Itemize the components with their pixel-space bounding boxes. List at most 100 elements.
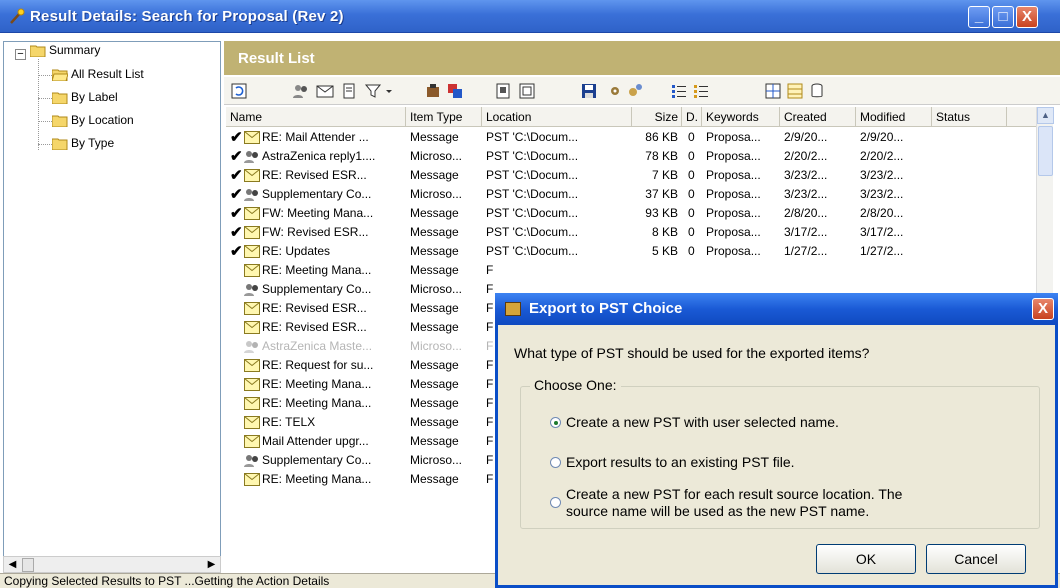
table-row[interactable]: ✔ RE: Mail Attender ... Message PST 'C:\Doc… xyxy=(226,128,1036,147)
refresh-icon[interactable] xyxy=(230,82,248,100)
row-checkmark[interactable]: ✔ xyxy=(230,128,242,147)
detail-view-icon[interactable] xyxy=(692,82,710,100)
dialog-close-button[interactable]: X xyxy=(1032,298,1054,320)
layout-icon[interactable] xyxy=(518,82,536,100)
window-title: Result Details: Search for Proposal (Rev… xyxy=(30,8,344,25)
tree-item-by-location[interactable]: By Location xyxy=(52,112,134,129)
mail-icon[interactable] xyxy=(316,82,334,100)
cell-type: Message xyxy=(410,244,459,258)
cell-name: FW: Revised ESR... xyxy=(262,225,369,239)
minimize-button[interactable]: _ xyxy=(968,6,990,28)
cell-created: 2/8/20... xyxy=(784,206,828,220)
radio-existing-pst[interactable]: Export results to an existing PST file. xyxy=(550,454,795,470)
export-icon[interactable] xyxy=(424,82,442,100)
copy-icon[interactable] xyxy=(446,82,464,100)
column-header-name[interactable]: Name xyxy=(226,107,406,127)
attachment-people-icon xyxy=(244,455,258,467)
search-magic-wand-icon xyxy=(10,8,25,24)
cell-d: 0 xyxy=(688,187,695,201)
cell-keywords: Proposa... xyxy=(706,225,761,239)
cell-type: Message xyxy=(410,225,459,239)
filter-icon[interactable] xyxy=(364,82,382,100)
table-row[interactable]: RE: Meeting Mana... Message F xyxy=(226,261,1036,280)
column-header-location[interactable]: Location xyxy=(482,107,632,127)
people-icon[interactable] xyxy=(292,82,310,100)
cell-modified: 2/9/20... xyxy=(860,130,904,144)
table-row[interactable]: ✔ RE: Updates Message PST 'C:\Docum... 5 KB 0… xyxy=(226,242,1036,261)
table-icon[interactable] xyxy=(786,82,804,100)
dialog-titlebar: Export to PST Choice X xyxy=(495,293,1058,325)
row-checkmark[interactable]: ✔ xyxy=(230,204,242,223)
cell-type: Message xyxy=(410,206,459,220)
tree-item-all-result-list[interactable]: All Result List xyxy=(52,66,144,83)
column-header-item-type[interactable]: Item Type xyxy=(406,107,482,127)
row-checkmark[interactable]: ✔ xyxy=(230,223,242,242)
maximize-button[interactable]: □ xyxy=(992,6,1014,28)
cell-created: 3/23/2... xyxy=(784,168,828,182)
settings-icon[interactable] xyxy=(606,82,624,100)
scroll-right-arrow-icon[interactable]: ▶ xyxy=(204,558,219,573)
radio-selected-icon xyxy=(550,417,561,428)
scroll-thumb[interactable] xyxy=(22,558,34,572)
envelope-icon xyxy=(244,169,260,182)
radio-unselected-icon xyxy=(550,497,561,508)
cell-d: 0 xyxy=(688,130,695,144)
list-view-icon[interactable] xyxy=(670,82,688,100)
cell-name: RE: Mail Attender ... xyxy=(262,130,369,144)
cell-d: 0 xyxy=(688,244,695,258)
attachment-people-icon xyxy=(244,284,258,296)
cancel-button[interactable]: Cancel xyxy=(926,544,1026,574)
grid-icon[interactable] xyxy=(764,82,782,100)
tree-horizontal-scrollbar[interactable]: ◀ ▶ xyxy=(3,556,221,573)
ok-button[interactable]: OK xyxy=(816,544,916,574)
save-icon[interactable] xyxy=(580,82,598,100)
envelope-icon xyxy=(244,302,260,315)
cell-location: PST 'C:\Docum... xyxy=(486,168,579,182)
cell-type: Microso... xyxy=(410,149,463,163)
panel-title: Result List xyxy=(224,41,1060,75)
column-header-modified[interactable]: Modified xyxy=(856,107,932,127)
column-header-size[interactable]: Size xyxy=(632,107,682,127)
table-row[interactable]: ✔ FW: Revised ESR... Message PST 'C:\Docum.… xyxy=(226,223,1036,242)
attachment-people-icon xyxy=(244,189,258,201)
row-checkmark[interactable]: ✔ xyxy=(230,147,242,166)
document-icon[interactable] xyxy=(340,82,358,100)
scroll-up-arrow-icon[interactable]: ▲ xyxy=(1037,107,1054,124)
scroll-left-arrow-icon[interactable]: ◀ xyxy=(5,558,20,573)
tree-item-summary[interactable]: Summary xyxy=(30,42,100,59)
cell-name: RE: Updates xyxy=(262,244,331,258)
cell-name: RE: TELX xyxy=(262,415,316,429)
navigation-tree[interactable]: − Summary All Result List By Label By Lo… xyxy=(3,41,221,565)
envelope-icon xyxy=(244,397,260,410)
column-header-status[interactable]: Status xyxy=(932,107,1007,127)
table-row[interactable]: ✔ FW: Meeting Mana... Message PST 'C:\Docum… xyxy=(226,204,1036,223)
radio-label: Create a new PST with user selected name… xyxy=(566,414,839,430)
cell-keywords: Proposa... xyxy=(706,206,761,220)
tree-item-by-label[interactable]: By Label xyxy=(52,89,118,106)
cell-size: 8 KB xyxy=(651,225,678,239)
radio-new-pst[interactable]: Create a new PST with user selected name… xyxy=(550,414,839,430)
open-folder-icon xyxy=(52,68,68,82)
collapse-expander[interactable]: − xyxy=(15,49,26,60)
gears-icon[interactable] xyxy=(626,82,644,100)
print-preview-icon[interactable] xyxy=(494,82,512,100)
cell-type: Microso... xyxy=(410,453,463,467)
database-icon[interactable] xyxy=(808,82,826,100)
close-button[interactable]: X xyxy=(1016,6,1038,28)
cell-d: 0 xyxy=(688,149,695,163)
attachment-people-icon xyxy=(244,151,258,163)
folder-icon xyxy=(52,137,68,151)
table-row[interactable]: ✔ AstraZenica reply1.... Microso... PST 'C:… xyxy=(226,147,1036,166)
row-checkmark[interactable]: ✔ xyxy=(230,166,242,185)
row-checkmark[interactable]: ✔ xyxy=(230,185,242,204)
column-header-keywords[interactable]: Keywords xyxy=(702,107,780,127)
radio-pst-per-source[interactable]: Create a new PST for each result source … xyxy=(550,486,902,520)
chevron-down-icon[interactable] xyxy=(384,82,394,100)
table-row[interactable]: ✔ RE: Revised ESR... Message PST 'C:\Docum.… xyxy=(226,166,1036,185)
row-checkmark[interactable]: ✔ xyxy=(230,242,242,261)
column-header-created[interactable]: Created xyxy=(780,107,856,127)
scroll-thumb[interactable] xyxy=(1038,126,1053,176)
column-header-d[interactable]: D. xyxy=(682,107,702,127)
table-row[interactable]: ✔ Supplementary Co... Microso... PST 'C:\Do… xyxy=(226,185,1036,204)
tree-item-by-type[interactable]: By Type xyxy=(52,135,114,152)
